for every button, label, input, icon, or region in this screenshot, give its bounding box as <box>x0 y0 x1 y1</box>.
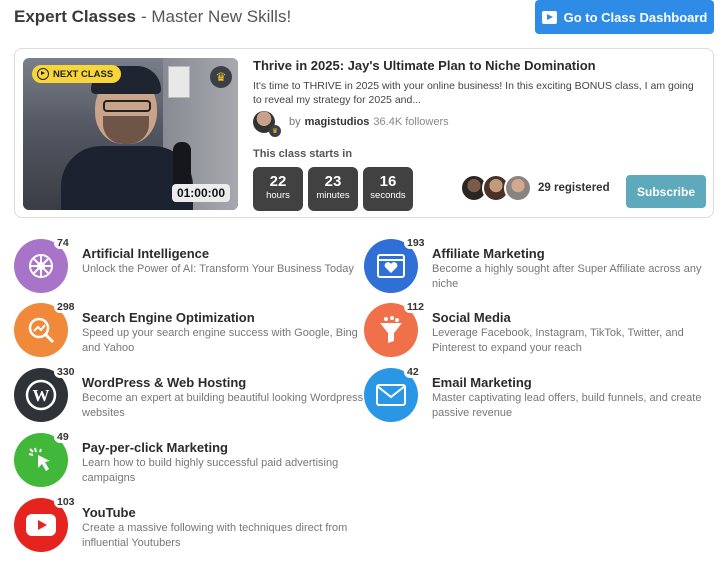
starts-in-label: This class starts in <box>253 148 353 160</box>
countdown-value: 16 <box>379 173 397 190</box>
category-description: Speed up your search engine success with… <box>82 327 358 354</box>
by-label: by <box>289 116 301 128</box>
crown-icon: ♛ <box>210 66 232 88</box>
page-subtitle: - Master New Skills! <box>141 7 292 26</box>
registered-count: 29 registered <box>538 182 610 194</box>
countdown-unit: minutes <box>316 190 350 201</box>
category-name: YouTube <box>82 505 136 520</box>
category-count: 193 <box>404 237 428 249</box>
category-description: Learn how to build highly successful pai… <box>82 457 339 484</box>
category-description: Create a massive following with techniqu… <box>82 522 348 549</box>
countdown-value: 23 <box>324 173 342 190</box>
category-affiliate-marketing[interactable]: 193 Affiliate Marketing Become a highly … <box>364 237 714 297</box>
registered-users[interactable]: 29 registered <box>460 174 610 202</box>
category-name: Pay-per-click Marketing <box>82 440 228 455</box>
class-dashboard-label: Go to Class Dashboard <box>563 9 708 25</box>
class-duration: 01:00:00 <box>171 184 230 202</box>
category-count: 112 <box>404 301 427 313</box>
category-search-engine-optimization[interactable]: 298 Search Engine Optimization Speed up … <box>14 301 364 361</box>
category-description: Become an expert at building beautiful l… <box>82 392 364 419</box>
countdown-timer: 22 hours 23 minutes 16 seconds <box>253 167 413 211</box>
category-artificial-intelligence[interactable]: 74 Artificial Intelligence Unlock the Po… <box>14 237 364 297</box>
category-social-media[interactable]: 112 Social Media Leverage Facebook, Inst… <box>364 301 714 361</box>
category-wordpress-web-hosting[interactable]: W 330 WordPress & Web Hosting Become an … <box>14 366 364 426</box>
category-name: Artificial Intelligence <box>82 246 210 261</box>
next-class-card: NEXT CLASS ♛ 01:00:00 Thrive in 2025: Ja… <box>14 48 714 218</box>
category-count: 42 <box>404 366 422 378</box>
class-title[interactable]: Thrive in 2025: Jay's Ultimate Plan to N… <box>253 58 596 73</box>
category-count: 74 <box>54 237 72 249</box>
countdown-unit: seconds <box>370 190 406 201</box>
video-icon <box>541 10 557 24</box>
category-description: Unlock the Power of AI: Transform Your B… <box>82 263 354 275</box>
countdown-hours: 22 hours <box>253 167 303 211</box>
page-header: Expert Classes - Master New Skills! Go t… <box>14 0 714 36</box>
countdown-seconds: 16 seconds <box>363 167 413 211</box>
next-class-badge-label: NEXT CLASS <box>53 68 114 80</box>
countdown-minutes: 23 minutes <box>308 167 358 211</box>
author-avatar[interactable]: ♛ <box>253 111 281 137</box>
category-name: Affiliate Marketing <box>432 246 545 261</box>
category-youtube[interactable]: 103 YouTube Create a massive following w… <box>14 496 364 556</box>
category-description: Become a highly sought after Super Affil… <box>432 263 702 290</box>
class-dashboard-button[interactable]: Go to Class Dashboard <box>535 0 714 34</box>
countdown-unit: hours <box>266 190 290 201</box>
page-title: Expert Classes <box>14 7 136 26</box>
crown-icon: ♛ <box>269 125 281 137</box>
subscribe-button[interactable]: Subscribe <box>626 175 706 208</box>
category-name: WordPress & Web Hosting <box>82 375 247 390</box>
category-name: Email Marketing <box>432 375 532 390</box>
category-name: Search Engine Optimization <box>82 310 255 325</box>
category-name: Social Media <box>432 310 511 325</box>
category-count: 298 <box>54 301 78 313</box>
category-description: Leverage Facebook, Instagram, TikTok, Tw… <box>432 327 684 354</box>
category-description: Master captivating lead offers, build fu… <box>432 392 702 419</box>
class-thumbnail[interactable]: NEXT CLASS ♛ 01:00:00 <box>23 58 238 210</box>
class-author[interactable]: ♛ by magistudios 36.4K followers <box>253 111 449 137</box>
author-followers: 36.4K followers <box>373 116 449 128</box>
class-description: It's time to THRIVE in 2025 with your on… <box>253 80 694 106</box>
countdown-value: 22 <box>269 173 287 190</box>
category-pay-per-click-marketing[interactable]: 49 Pay-per-click Marketing Learn how to … <box>14 431 364 491</box>
avatar <box>504 174 532 202</box>
category-count: 49 <box>54 431 72 443</box>
category-count: 103 <box>54 496 78 508</box>
next-class-badge: NEXT CLASS <box>32 65 122 83</box>
author-name[interactable]: magistudios <box>305 116 370 128</box>
svg-text:W: W <box>33 386 50 405</box>
play-icon <box>37 68 49 80</box>
category-count: 330 <box>54 366 78 378</box>
category-email-marketing[interactable]: 42 Email Marketing Master captivating le… <box>364 366 714 426</box>
